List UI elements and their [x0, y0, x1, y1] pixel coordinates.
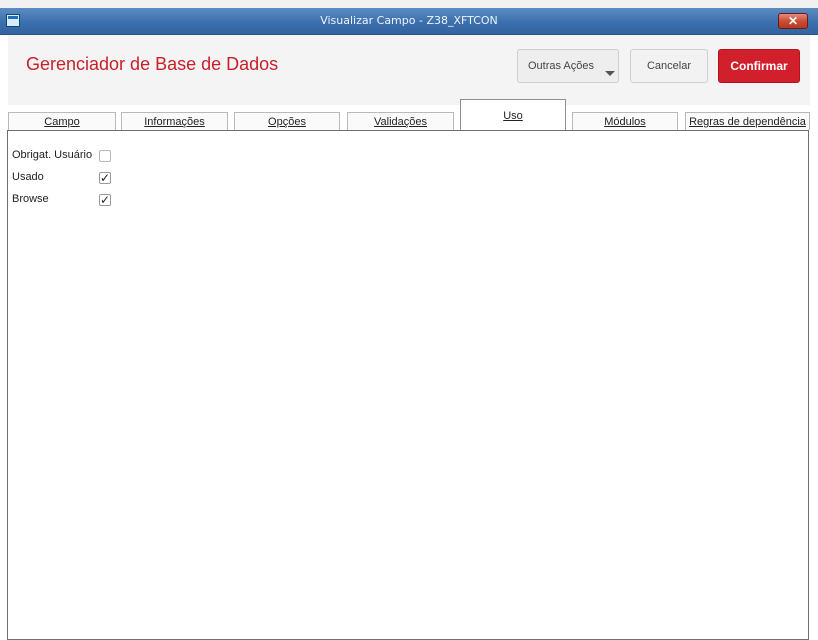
page-title: Gerenciador de Base de Dados: [26, 54, 279, 74]
tab-validacoes[interactable]: Validações: [347, 112, 454, 130]
obrigat-usuario-checkbox[interactable]: [99, 150, 111, 162]
tab-informacoes[interactable]: Informações: [121, 112, 228, 130]
tab-modulos[interactable]: Módulos: [572, 112, 678, 130]
field-label-usado: Usado: [12, 171, 44, 183]
window-titlebar[interactable]: Visualizar Campo - Z38_XFTCON ✕: [0, 8, 818, 35]
tab-campo[interactable]: Campo: [8, 112, 116, 130]
dialog-window: Visualizar Campo - Z38_XFTCON ✕ Gerencia…: [0, 8, 818, 640]
usado-checkbox[interactable]: ✓: [99, 172, 111, 184]
cancel-button[interactable]: Cancelar: [630, 49, 708, 83]
confirm-button[interactable]: Confirmar: [718, 49, 800, 83]
field-label-browse: Browse: [12, 193, 49, 205]
close-icon[interactable]: ✕: [778, 13, 808, 29]
window-title: Visualizar Campo - Z38_XFTCON: [320, 14, 498, 27]
page-header: Gerenciador de Base de Dados Outras Açõe…: [8, 35, 810, 105]
tab-bar: Campo Informações Opções Validações Uso …: [8, 99, 810, 131]
checkmark-icon: ✓: [100, 171, 111, 185]
chevron-down-icon: [605, 71, 615, 76]
tab-regras-de-dependencia[interactable]: Regras de dependência: [685, 112, 810, 130]
tab-opcoes[interactable]: Opções: [234, 112, 340, 130]
outras-acoes-button[interactable]: Outras Ações: [517, 49, 619, 83]
field-label-obrigat-usuario: Obrigat. Usuário: [12, 149, 93, 161]
browse-checkbox[interactable]: ✓: [99, 194, 111, 206]
tab-uso[interactable]: Uso: [460, 99, 566, 131]
tab-panel-uso: Obrigat. Usuário Usado ✓ Browse ✓: [7, 130, 809, 640]
checkmark-icon: ✓: [100, 193, 111, 207]
outras-acoes-label: Outras Ações: [527, 60, 595, 72]
